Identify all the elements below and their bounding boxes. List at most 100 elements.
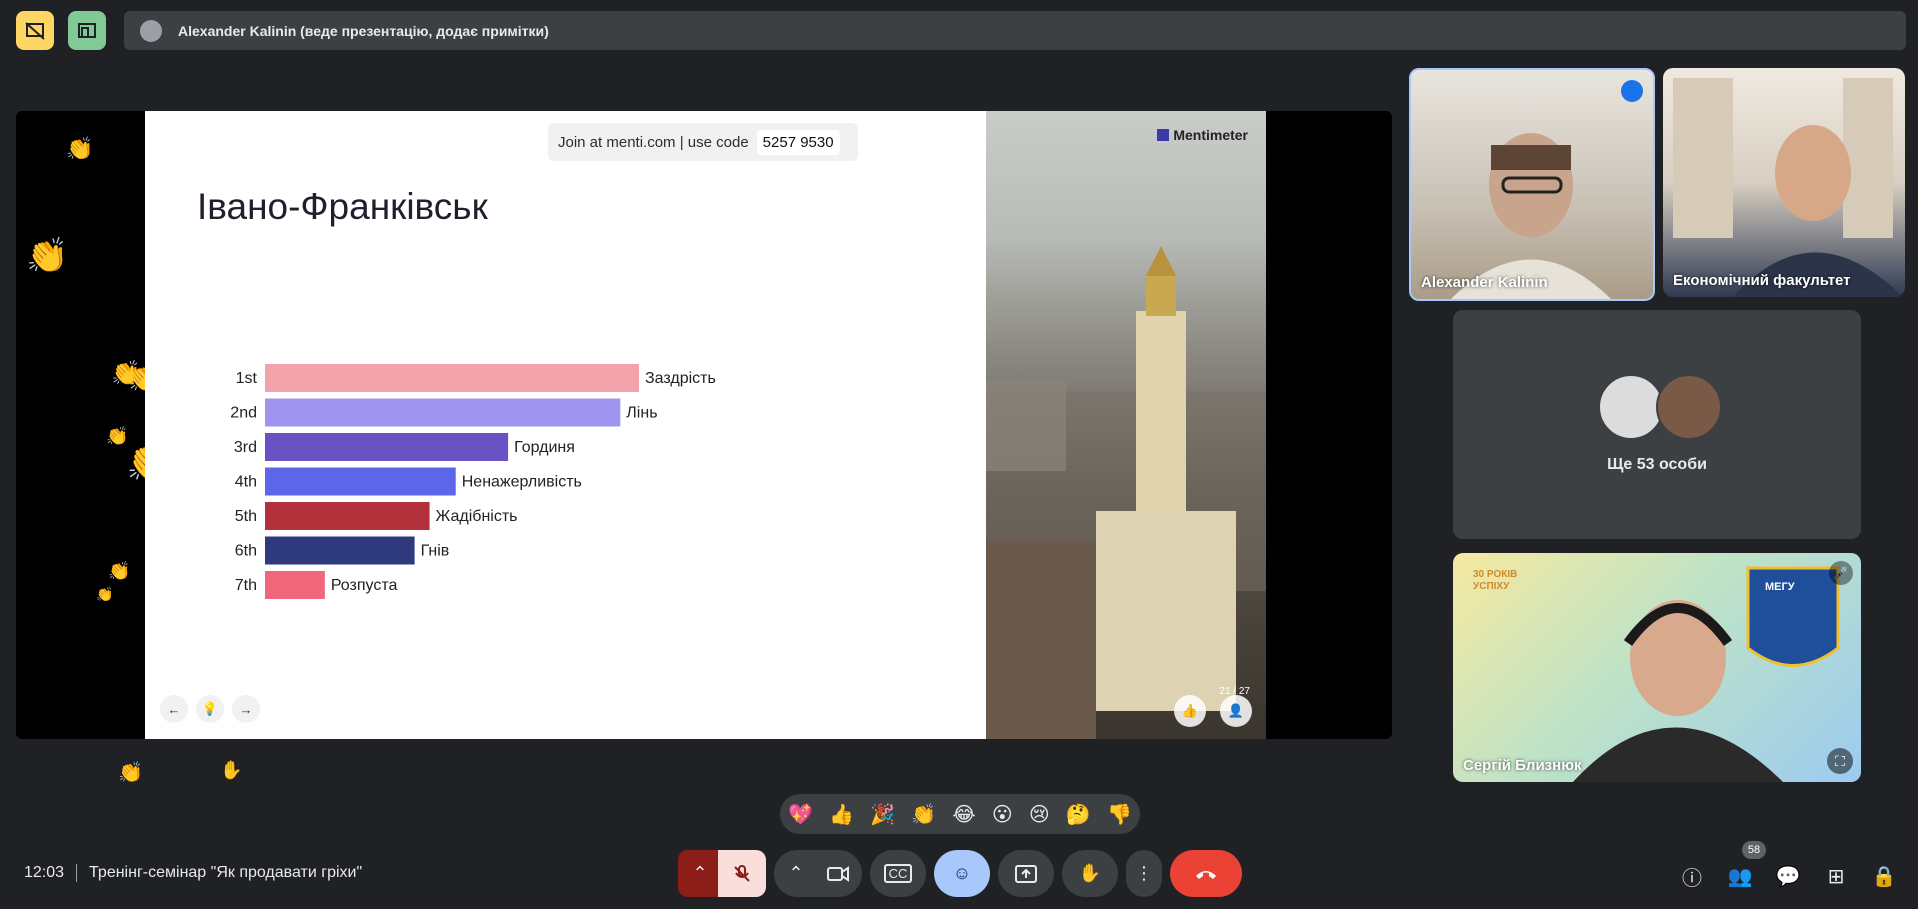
rank-label: 5th [235,508,257,525]
leave-call-button[interactable] [1170,850,1242,897]
next-slide-button[interactable]: → [232,695,260,723]
reaction-emoji-2[interactable]: 🎉 [870,802,895,827]
reaction-emoji-0[interactable]: 💖 [788,802,813,827]
meeting-details-button[interactable]: ⓘ [1678,862,1706,890]
crop-icon[interactable]: ⛶ [1827,748,1853,774]
clap-reaction: 👏 [96,586,114,602]
layout-button[interactable] [68,11,106,50]
meeting-time: 12:03 [24,864,65,881]
bar-label: Лінь [626,405,657,422]
present-screen-icon [1015,864,1037,883]
rank-label: 4th [235,474,257,491]
presenter-avatar [140,19,162,42]
presenter-text: Alexander Kalinin (веде презентацію, дод… [178,22,549,39]
chat-button[interactable]: 💬 [1774,862,1802,890]
camera-toggle-button[interactable] [814,850,862,897]
people-icon: 👥 [1727,865,1753,888]
more-options-button[interactable]: ⋮ [1126,850,1162,897]
present-button[interactable] [998,850,1054,897]
reaction-emoji-5[interactable]: 😮 [992,802,1013,827]
clap-reaction: 👏 [118,762,143,784]
mentimeter-logo: Mentimeter [1157,127,1248,143]
participant-name: Alexander Kalinin [1421,274,1548,291]
participant-name: Економічний факультет [1673,272,1851,289]
avatar [1656,374,1722,440]
raise-hand-button[interactable]: ✋ [1062,850,1118,897]
reaction-emoji-7[interactable]: 🤔 [1066,802,1091,827]
hang-up-icon [1196,870,1216,879]
bar [265,433,509,461]
bar [265,536,415,565]
reaction-emoji-3[interactable]: 👏 [911,802,936,827]
participant-avatars [1598,374,1722,440]
speaker-figure [1451,133,1611,299]
slide-nav: ← 💡 → [160,695,260,723]
bar-label: Розпуста [331,577,398,594]
captions-button[interactable]: CC [870,850,926,897]
bar [265,398,621,427]
tile-speaker[interactable]: Alexander Kalinin [1409,68,1655,301]
bar-label: Гнів [421,543,450,560]
mic-muted-icon: 🎤 [1829,561,1853,585]
faculty-figure [1673,78,1903,297]
bar-label: Ненажерливість [462,474,582,491]
more-participants-label: Ще 53 особи [1607,456,1707,473]
clap-reaction: ✋ [220,760,243,780]
town-hall-illustration [986,246,1266,739]
clap-reaction: 👏 [66,136,94,161]
prev-slide-button[interactable]: ← [160,695,188,723]
chevron-up-icon: ⌃ [692,863,708,883]
host-controls-button[interactable]: 🔒 [1870,862,1898,890]
presentation-off-button[interactable] [16,11,54,50]
video-options-button[interactable]: ⌃ [774,850,818,897]
tile-participant[interactable]: 30 РОКІВ УСПІХУ МЕГУ 🎤 ⛶ Сергій Близнюк [1453,553,1861,782]
audience-button[interactable]: 👤 [1220,695,1252,727]
rank-label: 1st [236,370,258,387]
like-button[interactable]: 👍 [1174,695,1206,727]
presentation-stage: 👏 👏 👏 👏 👏 👏 👏 👏 👏 👏 👏 Join at menti.com … [16,111,1392,739]
emoji-button[interactable]: ☺ [934,850,990,897]
chat-icon: 💬 [1775,865,1801,888]
activities-button[interactable]: ⊞ [1822,862,1850,890]
hint-button[interactable]: 💡 [196,695,224,723]
tile-faculty[interactable]: Економічний факультет [1663,68,1905,297]
person-icon: 👤 [1227,703,1245,718]
smile-icon: ☺ [952,863,972,883]
bar [265,502,430,530]
audio-options-button[interactable]: ⌃ [678,850,722,897]
info-icon: ⓘ [1682,867,1702,890]
ranking-bar-chart: 1st Заздрість 2nd Лінь 3rd Гординя 4th Ненажерл… [230,364,716,599]
meeting-title: Тренінг-семінар "Як продавати гріхи" [89,864,363,881]
participant-name: Сергій Близнюк [1463,757,1582,774]
bar [265,364,639,392]
reactions-bar: 💖 👍 🎉 👏 😂 😮 😢 🤔 👎 [780,794,1140,834]
reaction-emoji-4[interactable]: 😂 [952,802,975,827]
reaction-emoji-6[interactable]: 😢 [1029,802,1050,827]
bar [265,571,325,599]
clap-reaction: 👏 [106,426,129,446]
clap-reaction: 👏 [108,561,131,581]
bar [265,467,456,496]
more-participants-tile[interactable]: Ще 53 особи [1453,310,1861,539]
camera-icon [827,865,849,882]
hand-icon: ✋ [1078,863,1102,883]
reaction-emoji-1[interactable]: 👍 [829,802,854,827]
reaction-emoji-8[interactable]: 👎 [1107,802,1132,827]
thumbs-up-icon: 👍 [1181,703,1199,718]
rank-label: 6th [235,543,257,560]
city-photo: Mentimeter 21 / 27 👍 👤 [986,111,1266,739]
bar-label: Заздрість [645,370,716,387]
chevron-up-icon: ⌃ [788,863,804,883]
presenter-banner: Alexander Kalinin (веде презентацію, дод… [124,11,1906,50]
layout-icon [78,22,96,38]
rank-label: 3rd [234,439,257,456]
people-button[interactable]: 👥 [1726,862,1754,890]
mic-off-icon [734,864,750,882]
university-logo-text: МЕГУ [1765,581,1795,593]
more-vert-icon: ⋮ [1135,863,1153,883]
rank-label: 2nd [230,405,257,422]
mic-toggle-button[interactable] [718,850,766,897]
people-count-badge: 58 [1742,841,1766,859]
mentimeter-logo-icon [1157,129,1170,141]
mentimeter-slide: Join at menti.com | use code 5257 9530 І… [145,111,986,739]
